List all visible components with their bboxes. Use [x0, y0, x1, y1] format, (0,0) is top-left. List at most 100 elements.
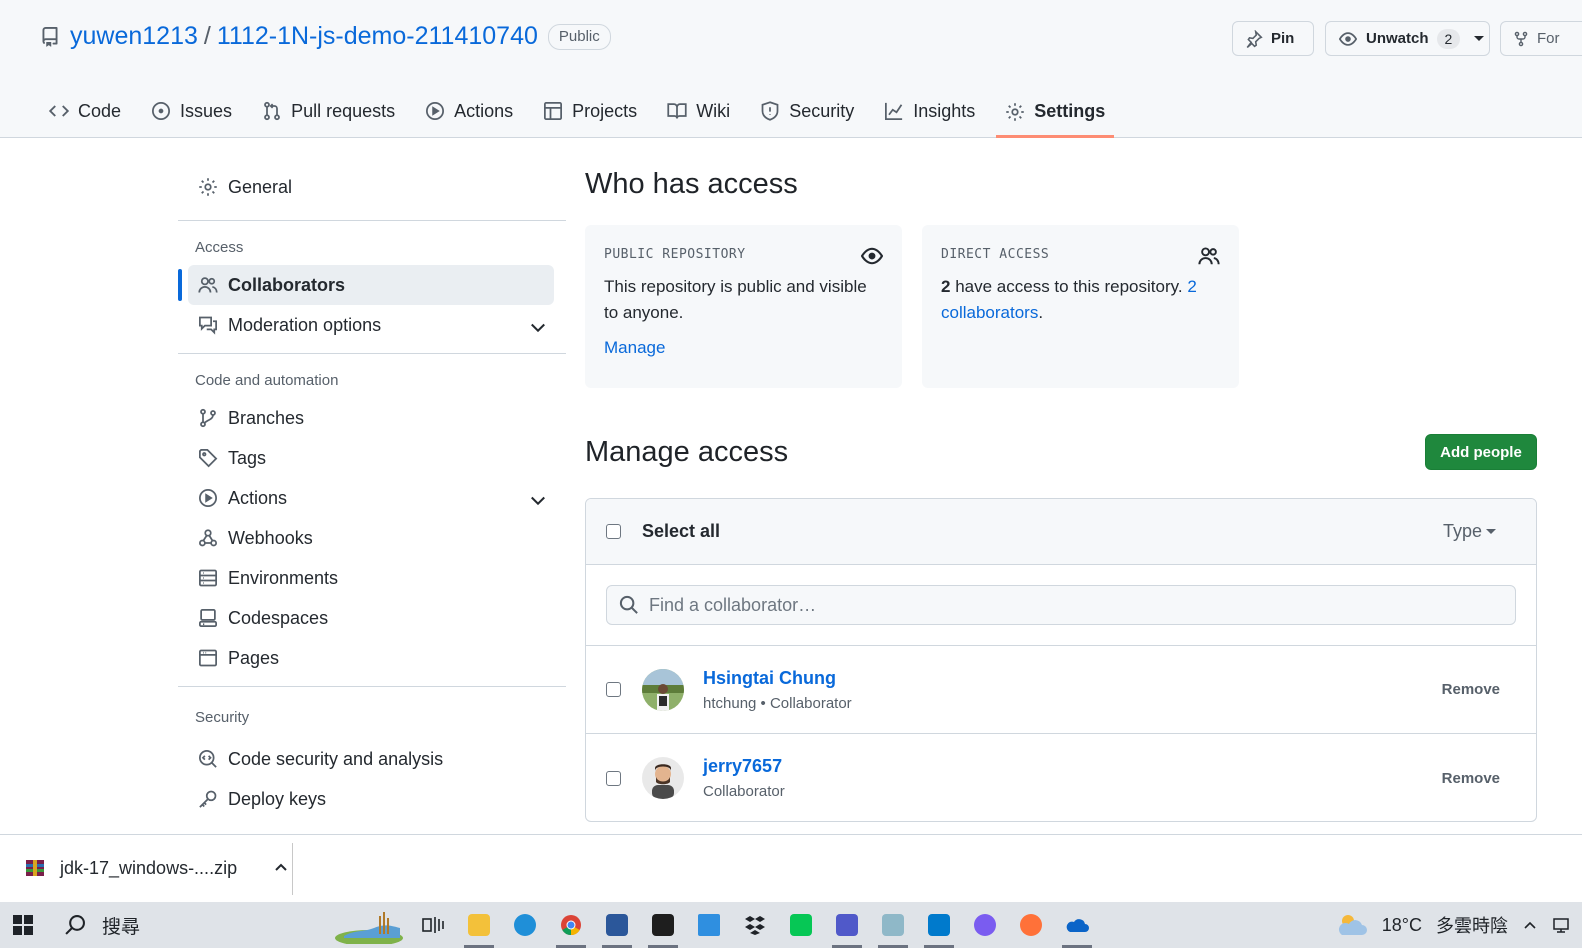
people-icon	[1198, 245, 1220, 267]
row-checkbox[interactable]	[606, 682, 621, 697]
tab-insights[interactable]: Insights	[875, 88, 984, 134]
sidebar-item-collaborators[interactable]: Collaborators	[178, 265, 554, 305]
sidebar-item-label: Deploy keys	[228, 788, 327, 809]
access-cards: PUBLIC REPOSITORY This repository is pub…	[585, 225, 1537, 388]
repo-owner-link[interactable]: yuwen1213	[70, 22, 198, 51]
word-icon[interactable]	[594, 902, 640, 948]
tab-pull-requests[interactable]: Pull requests	[253, 88, 404, 134]
pin-button[interactable]: Pin	[1232, 21, 1314, 56]
onedrive-icon[interactable]	[1054, 902, 1100, 948]
chrome-icon[interactable]	[548, 902, 594, 948]
row-checkbox[interactable]	[606, 770, 621, 786]
tab-projects[interactable]: Projects	[534, 88, 646, 134]
type-filter-label: Type	[1442, 521, 1482, 541]
eye-icon	[1338, 30, 1358, 48]
tab-actions[interactable]: Actions	[416, 88, 522, 134]
notepad-icon[interactable]	[870, 902, 916, 948]
sidebar-item-actions[interactable]: Actions	[178, 478, 566, 518]
sidebar-heading-code: Code and automation	[195, 371, 339, 389]
play-icon	[198, 488, 218, 508]
type-filter-dropdown[interactable]: Type	[1443, 521, 1496, 542]
chevron-down-icon[interactable]	[528, 317, 545, 333]
settings-sidebar: General Access Collaborators Moderation …	[178, 162, 566, 819]
manage-link[interactable]: Manage	[604, 338, 883, 358]
firefox-icon[interactable]	[1008, 902, 1054, 948]
tab-label: Actions	[454, 100, 514, 121]
task-view-icon[interactable]	[410, 902, 456, 948]
file-explorer-icon[interactable]	[456, 902, 502, 948]
sidebar-item-environments[interactable]: Environments	[178, 558, 566, 598]
who-has-access-title: Who has access	[585, 168, 798, 200]
sidebar-item-label: Pages	[228, 647, 280, 668]
visibility-badge: Public	[547, 23, 611, 50]
server-icon	[198, 568, 218, 588]
avatar[interactable]	[642, 668, 684, 711]
collaborators-table: Select all Type Hsingtai Chung htchung •…	[585, 498, 1537, 822]
avatar[interactable]	[642, 757, 684, 799]
add-people-button[interactable]: Add people	[1425, 434, 1537, 470]
repo-name-link[interactable]: 1112-1N-js-demo-211410740	[217, 22, 538, 51]
repo-tabs: Code Issues Pull requests Actions Projec…	[40, 88, 1126, 138]
windows-start-icon[interactable]	[0, 902, 46, 948]
chevron-up-icon[interactable]	[1522, 917, 1538, 933]
mail-icon[interactable]	[686, 902, 732, 948]
caret-down-icon	[1474, 36, 1485, 41]
firefox-dev-icon[interactable]	[962, 902, 1008, 948]
issue-icon	[151, 101, 171, 121]
collaborator-name-link[interactable]: jerry7657	[703, 756, 785, 777]
download-item[interactable]: jdk-17_windows-....zip	[24, 857, 289, 879]
tab-issues[interactable]: Issues	[142, 88, 241, 134]
fork-button[interactable]: For	[1500, 21, 1582, 56]
unwatch-button[interactable]: Unwatch 2	[1325, 21, 1490, 56]
sidebar-item-label: Environments	[228, 567, 339, 588]
sidebar-divider	[178, 353, 566, 354]
edge-icon[interactable]	[502, 902, 548, 948]
sidebar-item-pages[interactable]: Pages	[178, 638, 566, 678]
taskbar-search[interactable]: 搜尋	[58, 906, 410, 944]
sidebar-item-tags[interactable]: Tags	[178, 438, 566, 478]
terminal-icon[interactable]	[640, 902, 686, 948]
weather-cloud-icon[interactable]	[1336, 911, 1368, 939]
teams-icon[interactable]	[824, 902, 870, 948]
chevron-up-icon[interactable]	[273, 860, 289, 876]
network-icon[interactable]	[1552, 916, 1570, 934]
card-text: This repository is public and visible to…	[604, 277, 867, 322]
remove-button[interactable]: Remove	[1442, 770, 1500, 787]
tab-settings[interactable]: Settings	[996, 88, 1115, 138]
gear-icon	[1005, 102, 1025, 122]
collaborator-name-link[interactable]: Hsingtai Chung	[703, 668, 852, 689]
pull-request-icon	[262, 101, 282, 121]
sidebar-item-label: Collaborators	[228, 274, 346, 295]
line-icon[interactable]	[778, 902, 824, 948]
user-info: jerry7657 Collaborator	[703, 756, 785, 800]
tab-label: Security	[789, 100, 855, 121]
sidebar-item-general[interactable]: General	[178, 162, 566, 212]
tab-security[interactable]: Security	[751, 88, 863, 134]
find-collaborator-input[interactable]	[649, 594, 1469, 616]
sidebar-item-label: Code security and analysis	[228, 748, 444, 769]
sidebar-item-webhooks[interactable]: Webhooks	[178, 518, 566, 558]
sidebar-item-codespaces[interactable]: Codespaces	[178, 598, 566, 638]
tab-code[interactable]: Code	[40, 88, 130, 134]
select-all-checkbox[interactable]	[606, 524, 621, 539]
sidebar-item-deploy-keys[interactable]: Deploy keys	[178, 779, 566, 819]
sidebar-item-branches[interactable]: Branches	[178, 398, 566, 438]
tab-label: Projects	[572, 100, 638, 121]
chevron-down-icon[interactable]	[528, 490, 545, 506]
dropbox-icon[interactable]	[732, 902, 778, 948]
user-info: Hsingtai Chung htchung • Collaborator	[703, 668, 852, 712]
comment-discussion-icon	[198, 315, 218, 335]
sidebar-heading-access: Access	[195, 238, 244, 256]
pin-label: Pin	[1271, 30, 1295, 47]
tab-wiki[interactable]: Wiki	[658, 88, 739, 134]
sidebar-item-label: Webhooks	[228, 527, 313, 548]
vscode-icon[interactable]	[916, 902, 962, 948]
unwatch-label: Unwatch	[1366, 30, 1429, 47]
repo-header: yuwen1213 / 1112-1N-js-demo-211410740 Pu…	[0, 0, 1582, 138]
key-icon	[198, 789, 218, 809]
weather-text: 多雲時陰	[1436, 916, 1508, 936]
sidebar-item-moderation[interactable]: Moderation options	[178, 305, 566, 345]
card-label: PUBLIC REPOSITORY	[604, 247, 746, 262]
sidebar-item-code-security[interactable]: Code security and analysis	[178, 739, 566, 779]
remove-button[interactable]: Remove	[1442, 681, 1500, 698]
